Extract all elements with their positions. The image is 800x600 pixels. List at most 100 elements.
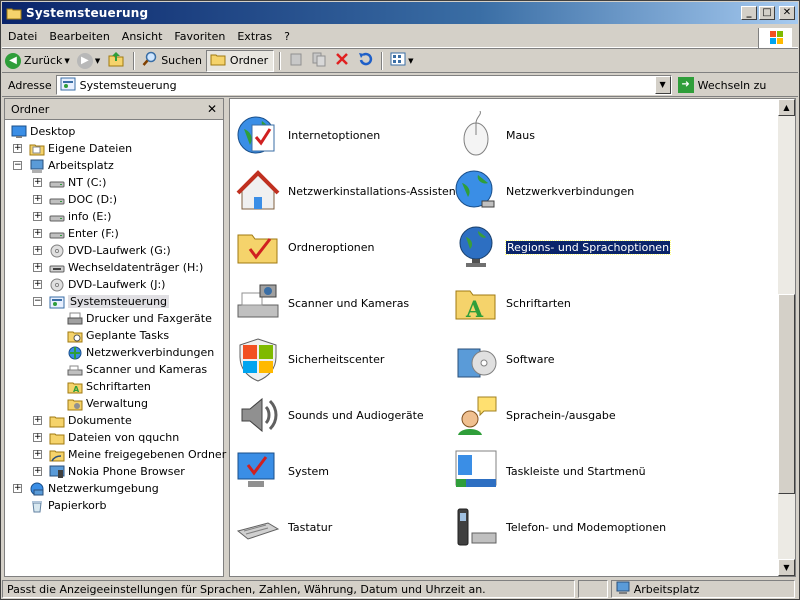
delete-button[interactable] bbox=[331, 50, 353, 72]
folder-tree-pane: Ordner ✕ Desktop + Eigene Dateien − Arbeitsp… bbox=[4, 98, 226, 577]
menu-favoriten[interactable]: Favoriten bbox=[168, 30, 231, 43]
move-to-button[interactable] bbox=[285, 50, 307, 72]
forward-dropdown-icon[interactable]: ▼ bbox=[95, 57, 100, 65]
minimize-button[interactable]: _ bbox=[741, 6, 757, 20]
control-panel-item[interactable]: Sounds und Audiogeräte bbox=[234, 390, 424, 440]
vertical-scrollbar[interactable]: ▲ ▼ bbox=[778, 99, 795, 576]
expand-button[interactable]: + bbox=[33, 280, 42, 289]
control-panel-item[interactable]: Tastatur bbox=[234, 502, 332, 552]
expand-button[interactable]: + bbox=[33, 450, 42, 459]
copy-to-icon bbox=[311, 51, 327, 70]
collapse-button[interactable]: − bbox=[33, 297, 42, 306]
control-panel-item[interactable]: A Schriftarten bbox=[452, 278, 571, 328]
status-zone: Arbeitsplatz bbox=[610, 580, 795, 598]
scroll-thumb[interactable] bbox=[778, 294, 795, 494]
control-panel-content: Internetoptionen Netzwerkinstallations-As… bbox=[229, 98, 796, 577]
tree-item[interactable]: Enter (F:) bbox=[49, 225, 119, 242]
undo-button[interactable] bbox=[354, 50, 376, 72]
delete-x-icon bbox=[334, 51, 350, 70]
menu-extras[interactable]: Extras bbox=[231, 30, 278, 43]
up-button[interactable] bbox=[104, 50, 128, 72]
expand-button[interactable]: + bbox=[13, 144, 22, 153]
tree-item[interactable]: Papierkorb bbox=[29, 497, 106, 514]
expand-button[interactable]: + bbox=[33, 416, 42, 425]
back-dropdown-icon[interactable]: ▼ bbox=[64, 57, 69, 65]
address-dropdown-button[interactable]: ▼ bbox=[654, 76, 671, 94]
title-bar[interactable]: Systemsteuerung _ □ ✕ bbox=[2, 2, 798, 24]
dvd-drive-icon bbox=[49, 278, 65, 292]
tree-item[interactable]: DVD-Laufwerk (J:) bbox=[49, 276, 165, 293]
control-panel-item[interactable]: Taskleiste und Startmenü bbox=[452, 446, 646, 496]
control-panel-item[interactable]: Sicherheitscenter bbox=[234, 334, 384, 384]
scroll-down-button[interactable]: ▼ bbox=[778, 559, 795, 576]
expand-button[interactable]: + bbox=[33, 195, 42, 204]
control-panel-item[interactable]: Netzwerkverbindungen bbox=[452, 166, 634, 216]
tree-item[interactable]: Scanner und Kameras bbox=[67, 361, 207, 378]
expand-button[interactable]: + bbox=[33, 246, 42, 255]
expand-button[interactable]: + bbox=[33, 467, 42, 476]
tree-item[interactable]: Desktop bbox=[11, 123, 75, 140]
expand-button[interactable]: + bbox=[33, 263, 42, 272]
control-panel-item[interactable]: Internetoptionen bbox=[234, 110, 380, 160]
tree-item[interactable]: Systemsteuerung bbox=[49, 293, 170, 310]
views-button[interactable]: ▼ bbox=[387, 50, 416, 72]
views-dropdown-icon[interactable]: ▼ bbox=[408, 57, 413, 65]
control-panel-item[interactable]: Ordneroptionen bbox=[234, 222, 375, 272]
control-panel-item[interactable]: Scanner und Kameras bbox=[234, 278, 409, 328]
tree-item[interactable]: Drucker und Faxgeräte bbox=[67, 310, 212, 327]
control-panel-item[interactable]: System bbox=[234, 446, 329, 496]
expand-button[interactable]: + bbox=[33, 212, 42, 221]
tree-item[interactable]: Geplante Tasks bbox=[67, 327, 169, 344]
control-panel-item[interactable]: Netzwerkinstallations-Assistent bbox=[234, 166, 460, 216]
tree-item-label: DOC (D:) bbox=[68, 193, 118, 206]
tree-item[interactable]: Netzwerkverbindungen bbox=[67, 344, 214, 361]
forward-button[interactable]: ▶ ▼ bbox=[74, 50, 103, 72]
tree-item[interactable]: info (E:) bbox=[49, 208, 111, 225]
tree-item[interactable]: Verwaltung bbox=[67, 395, 148, 412]
scroll-up-button[interactable]: ▲ bbox=[778, 99, 795, 116]
close-button[interactable]: ✕ bbox=[779, 6, 795, 20]
control-panel-item[interactable]: Software bbox=[452, 334, 555, 384]
tree-item[interactable]: Eigene Dateien bbox=[29, 140, 132, 157]
tree-item[interactable]: Arbeitsplatz bbox=[29, 157, 114, 174]
control-panel-item[interactable]: Regions- und Sprachoptionen bbox=[452, 222, 672, 272]
control-panel-item-label: Tastatur bbox=[288, 520, 333, 534]
maximize-button[interactable]: □ bbox=[759, 6, 775, 20]
tree-item[interactable]: Meine freigegebenen Ordner bbox=[49, 446, 226, 463]
collapse-button[interactable]: − bbox=[13, 161, 22, 170]
tree-item[interactable]: A Schriftarten bbox=[67, 378, 151, 395]
close-pane-icon[interactable]: ✕ bbox=[207, 102, 217, 116]
tree-item[interactable]: Wechseldatenträger (H:) bbox=[49, 259, 203, 276]
control-panel-item[interactable]: Sprachein-/ausgabe bbox=[452, 390, 616, 440]
tree-item[interactable]: Dateien von qquchn bbox=[49, 429, 179, 446]
tree-item[interactable]: Netzwerkumgebung bbox=[29, 480, 159, 497]
folders-icon bbox=[210, 52, 226, 69]
search-button[interactable]: Suchen bbox=[139, 50, 205, 72]
copy-to-button[interactable] bbox=[308, 50, 330, 72]
expand-button[interactable]: + bbox=[33, 433, 42, 442]
network-places-icon bbox=[29, 482, 45, 496]
folders-button[interactable]: Ordner bbox=[205, 49, 275, 72]
tree-item[interactable]: Dokumente bbox=[49, 412, 132, 429]
tree-item-label: NT (C:) bbox=[68, 176, 107, 189]
system-icon bbox=[234, 447, 282, 495]
tree-item[interactable]: NT (C:) bbox=[49, 174, 106, 191]
folders-label: Ordner bbox=[229, 54, 269, 67]
tree-item[interactable]: DVD-Laufwerk (G:) bbox=[49, 242, 171, 259]
address-input[interactable]: Systemsteuerung ▼ bbox=[55, 75, 672, 95]
expand-button[interactable]: + bbox=[33, 229, 42, 238]
menu-bearbeiten[interactable]: Bearbeiten bbox=[43, 30, 115, 43]
sound-icon bbox=[234, 391, 282, 439]
tree-item[interactable]: Nokia Phone Browser bbox=[49, 463, 185, 480]
expand-button[interactable]: + bbox=[33, 178, 42, 187]
menu-ansicht[interactable]: Ansicht bbox=[116, 30, 169, 43]
tree-item[interactable]: DOC (D:) bbox=[49, 191, 117, 208]
menu-datei[interactable]: Datei bbox=[2, 30, 43, 43]
address-value: Systemsteuerung bbox=[79, 78, 177, 92]
go-button[interactable]: ➜ Wechseln zu bbox=[677, 77, 766, 93]
expand-button[interactable]: + bbox=[13, 484, 22, 493]
menu-help[interactable]: ? bbox=[278, 30, 296, 43]
back-button[interactable]: ◀ Zurück ▼ bbox=[2, 50, 73, 72]
control-panel-item[interactable]: Maus bbox=[452, 110, 535, 160]
control-panel-item[interactable]: Telefon- und Modemoptionen bbox=[452, 502, 666, 552]
